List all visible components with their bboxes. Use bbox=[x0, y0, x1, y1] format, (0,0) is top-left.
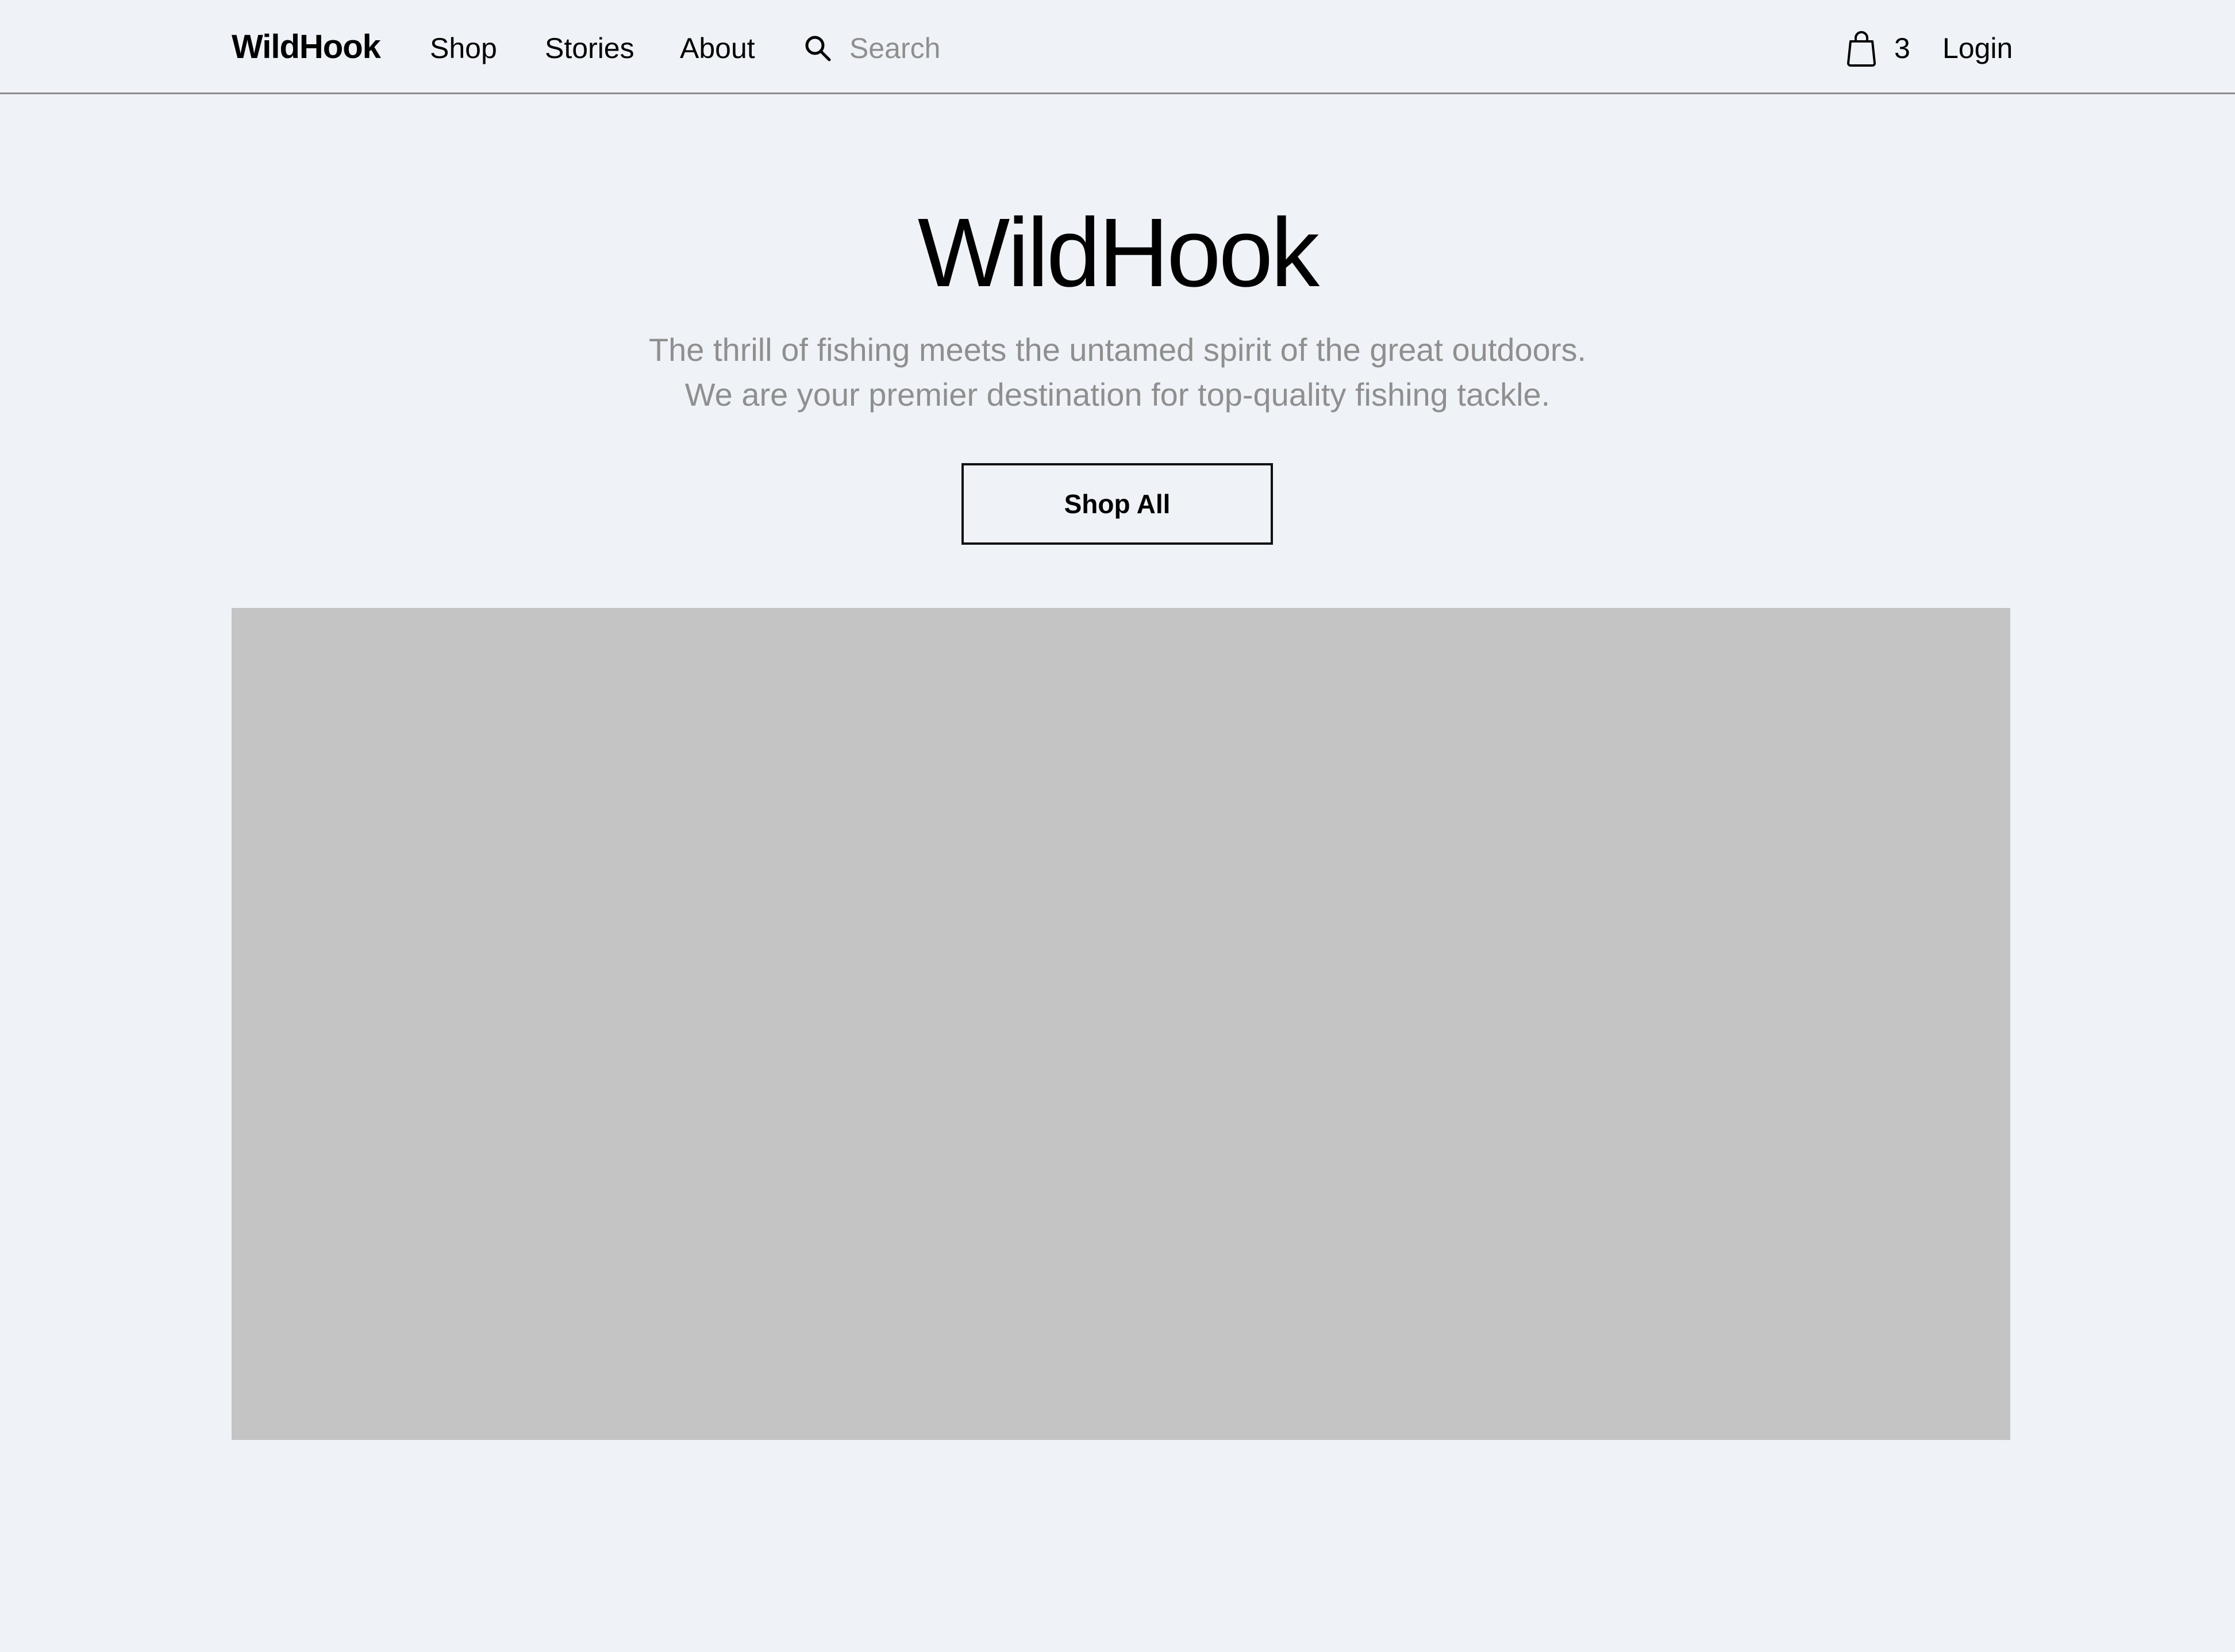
cart-count: 3 bbox=[1894, 32, 1910, 64]
nav-link-about[interactable]: About bbox=[680, 24, 755, 72]
site-header: WildHook Shop Stories About 3 Login bbox=[0, 0, 2235, 94]
logo[interactable]: WildHook bbox=[232, 23, 381, 71]
nav-link-stories[interactable]: Stories bbox=[545, 24, 634, 72]
search-input[interactable] bbox=[849, 32, 1091, 65]
hero-image-placeholder bbox=[232, 608, 2010, 1440]
search-bar bbox=[803, 24, 1102, 72]
hero-subtitle-line-2: We are your premier destination for top-… bbox=[684, 376, 1551, 413]
nav-link-shop[interactable]: Shop bbox=[430, 24, 497, 72]
hero-subtitle: The thrill of fishing meets the untamed … bbox=[0, 328, 2235, 417]
shop-all-button[interactable]: Shop All bbox=[961, 463, 1273, 545]
cart-button[interactable]: 3 bbox=[1846, 24, 1910, 72]
shopping-bag-icon bbox=[1846, 30, 1877, 67]
hero-subtitle-line-1: The thrill of fishing meets the untamed … bbox=[648, 332, 1587, 368]
hero-title: WildHook bbox=[917, 198, 1320, 307]
login-link[interactable]: Login bbox=[1942, 24, 2013, 72]
search-icon[interactable] bbox=[803, 34, 832, 63]
